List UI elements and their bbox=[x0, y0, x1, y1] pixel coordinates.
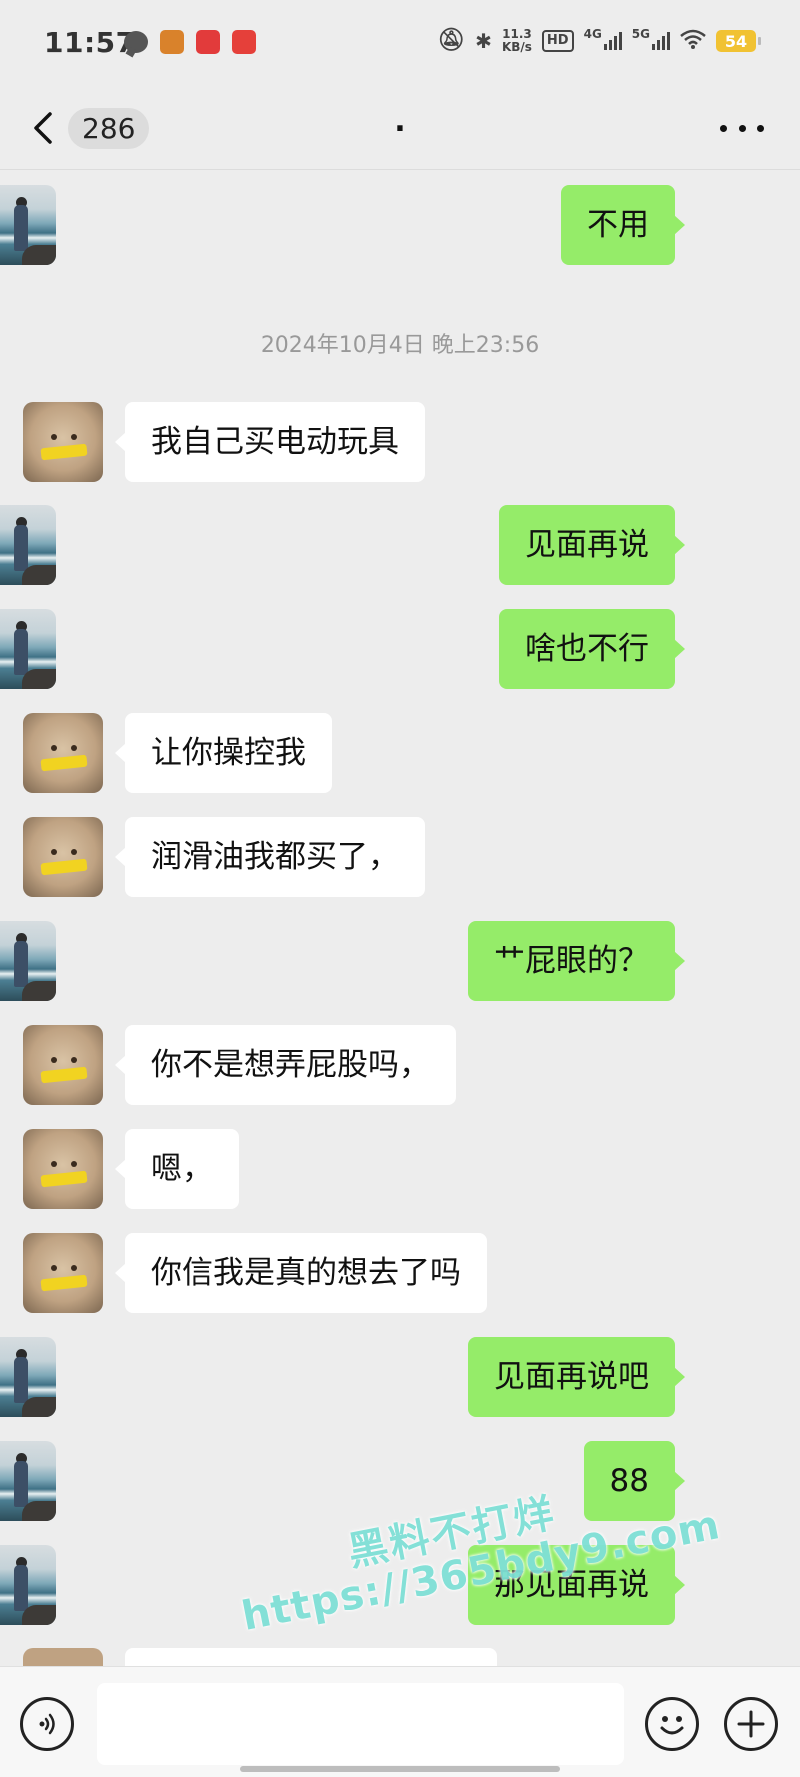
more-functions-button[interactable] bbox=[724, 1697, 778, 1751]
game-app-icon bbox=[160, 30, 184, 54]
message-row: 见面再说吧 bbox=[0, 1337, 800, 1419]
my-avatar[interactable] bbox=[0, 921, 56, 1001]
my-avatar[interactable] bbox=[0, 609, 56, 689]
message-input[interactable] bbox=[97, 1683, 624, 1765]
contact-avatar[interactable] bbox=[23, 713, 103, 793]
contact-avatar[interactable] bbox=[23, 1025, 103, 1105]
signal-5g: 5G bbox=[632, 28, 670, 50]
received-message-bubble[interactable]: 嗯， bbox=[115, 1129, 239, 1209]
received-message-bubble-partial[interactable] bbox=[125, 1648, 497, 1666]
mute-icon: 🔕︎ bbox=[437, 28, 466, 53]
my-avatar[interactable] bbox=[0, 1441, 56, 1521]
received-message-bubble[interactable]: 你不是想弄屁股吗， bbox=[115, 1025, 456, 1105]
status-indicators: 🔕︎ ✱ 11.3 KB/s HD 4G 5G 54 bbox=[437, 27, 761, 54]
sent-message-bubble[interactable]: 88 bbox=[583, 1441, 686, 1521]
voice-button[interactable] bbox=[20, 1697, 74, 1751]
my-avatar[interactable] bbox=[0, 505, 56, 585]
sent-message-bubble[interactable]: 见面再说吧 bbox=[468, 1337, 685, 1417]
my-avatar[interactable] bbox=[0, 185, 56, 265]
my-avatar[interactable] bbox=[0, 1337, 56, 1417]
message-timestamp: 2024年10月4日 晚上23:56 bbox=[260, 333, 540, 358]
status-bar: 11:57 🔕︎ ✱ 11.3 KB/s HD 4G 5G 54 bbox=[0, 0, 800, 88]
message-row: 你信我是真的想去了吗 bbox=[0, 1233, 800, 1315]
contact-avatar[interactable] bbox=[23, 817, 103, 897]
chat-header: 286 . bbox=[0, 88, 800, 170]
net-speed: 11.3 KB/s bbox=[501, 27, 532, 54]
more-options-button[interactable] bbox=[720, 110, 764, 146]
contact-avatar[interactable] bbox=[23, 1129, 103, 1209]
message-row: 我自己买电动玩具 bbox=[0, 402, 800, 484]
received-message-bubble[interactable]: 润滑油我都买了， bbox=[115, 817, 425, 897]
message-list[interactable]: 不用 2024年10月4日 晚上23:56 我自己买电动玩具 见面再说 啥也不行… bbox=[0, 171, 800, 1666]
plus-icon bbox=[737, 1710, 765, 1738]
flower-app-icon bbox=[196, 30, 220, 54]
notification-icons bbox=[124, 30, 256, 54]
voice-icon bbox=[39, 1713, 55, 1735]
emoji-icon bbox=[660, 1716, 684, 1735]
sent-message-bubble[interactable]: 不用 bbox=[561, 185, 685, 265]
emoji-button[interactable] bbox=[645, 1697, 699, 1751]
red-app-icon bbox=[232, 30, 256, 54]
bluetooth-icon: ✱ bbox=[475, 29, 492, 53]
hd-badge: HD bbox=[541, 30, 574, 52]
status-time: 11:57 bbox=[44, 26, 136, 59]
message-row: 不用 bbox=[0, 185, 800, 267]
my-avatar[interactable] bbox=[0, 1545, 56, 1625]
message-row: 你不是想弄屁股吗， bbox=[0, 1025, 800, 1107]
battery-indicator: 54 bbox=[716, 30, 761, 52]
message-row: 让你操控我 bbox=[0, 713, 800, 795]
message-row: 那见面再说 bbox=[0, 1545, 800, 1627]
input-bar bbox=[0, 1666, 800, 1777]
received-message-bubble[interactable]: 你信我是真的想去了吗 bbox=[115, 1233, 487, 1313]
message-row: 嗯， bbox=[0, 1129, 800, 1211]
message-row: 啥也不行 bbox=[0, 609, 800, 691]
chat-title: . bbox=[394, 104, 406, 139]
message-row: 见面再说 bbox=[0, 505, 800, 587]
signal-4g: 4G bbox=[584, 28, 622, 50]
contact-avatar[interactable] bbox=[23, 1233, 103, 1313]
wifi-icon bbox=[680, 29, 706, 54]
contact-avatar[interactable] bbox=[23, 402, 103, 482]
message-row: 润滑油我都买了， bbox=[0, 817, 800, 899]
message-row: 88 bbox=[0, 1441, 800, 1523]
received-message-bubble[interactable]: 我自己买电动玩具 bbox=[115, 402, 425, 482]
more-dots-icon bbox=[720, 124, 727, 132]
received-message-bubble[interactable]: 让你操控我 bbox=[115, 713, 332, 793]
message-row: 艹屁眼的？ bbox=[0, 921, 800, 1003]
sent-message-bubble[interactable]: 啥也不行 bbox=[499, 609, 685, 689]
contact-avatar-partial[interactable] bbox=[23, 1648, 103, 1666]
chat-notification-icon bbox=[124, 31, 148, 53]
sent-message-bubble[interactable]: 艹屁眼的？ bbox=[468, 921, 685, 1001]
sent-message-bubble[interactable]: 见面再说 bbox=[499, 505, 685, 585]
sent-message-bubble[interactable]: 那见面再说 bbox=[468, 1545, 685, 1625]
home-indicator[interactable] bbox=[240, 1766, 560, 1772]
